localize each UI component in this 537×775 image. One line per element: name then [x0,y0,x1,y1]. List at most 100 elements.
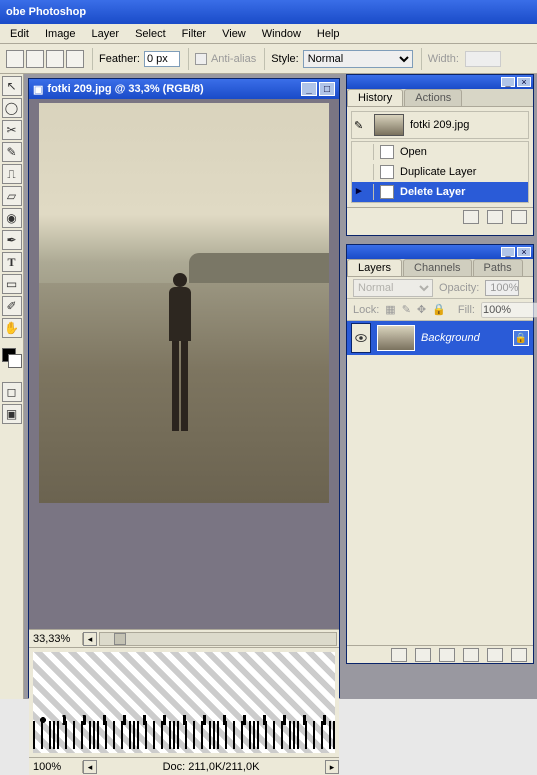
panel-minimize-icon[interactable]: _ [501,247,515,257]
tab-history[interactable]: History [347,89,403,106]
lasso-tool-icon[interactable]: ◯ [2,98,22,118]
history-row-duplicate[interactable]: Duplicate Layer [352,162,528,182]
screenmode-icon[interactable]: ▣ [2,404,22,424]
menu-bar: Edit Image Layer Select Filter View Wind… [0,24,537,44]
layer-row-background[interactable]: Background 🔒 [347,321,533,355]
lock-icon: 🔒 [513,330,529,346]
lock-paint-icon[interactable]: ✎ [402,303,411,316]
antialias-checkbox [195,53,207,65]
tab-channels[interactable]: Channels [403,259,471,276]
new-snapshot-icon[interactable] [487,210,503,224]
add-selection-icon[interactable] [26,50,44,68]
layers-panel-footer [347,645,533,663]
delete-layer-icon[interactable] [511,648,527,662]
h-scrollbar-1[interactable] [99,632,337,646]
pen-tool-icon[interactable]: ✒ [2,230,22,250]
eyedropper-tool-icon[interactable]: ✐ [2,296,22,316]
open-step-icon [380,145,394,159]
document-titlebar[interactable]: ▣ fotki 209.jpg @ 33,3% (RGB/8) _ □ [29,79,339,99]
new-layer-icon[interactable] [487,648,503,662]
tab-paths[interactable]: Paths [473,259,523,276]
photo-content [39,103,329,503]
selection-mode-icons[interactable] [6,50,84,68]
document-status-2: 100% ◂ Doc: 211,0K/211,0K ▸ [29,757,339,775]
new-folder-icon[interactable] [439,648,455,662]
document-canvas[interactable] [29,99,339,629]
intersect-selection-icon[interactable] [66,50,84,68]
brush-tool-icon[interactable]: ✎ [2,142,22,162]
quickmask-icon[interactable]: ◻ [2,382,22,402]
flyout-icon[interactable]: ▸ [325,760,339,774]
transparent-canvas[interactable] [33,652,335,753]
history-step-label: Duplicate Layer [400,166,476,178]
history-snapshot[interactable]: ✎ fotki 209.jpg [351,111,529,139]
fill-input [481,302,537,318]
layer-style-icon[interactable] [391,648,407,662]
lock-all-icon[interactable]: 🔒 [432,303,446,316]
layers-panel-titlebar[interactable]: _ × [347,245,533,259]
menu-layer[interactable]: Layer [84,26,128,42]
zoom-level-2[interactable]: 100% [29,761,83,773]
document-title: fotki 209.jpg @ 33,3% (RGB/8) [47,83,203,95]
move-tool-icon[interactable]: ↖ [2,76,22,96]
type-tool-icon[interactable]: T [2,252,22,272]
tab-layers[interactable]: Layers [347,259,402,276]
menu-filter[interactable]: Filter [174,26,214,42]
scroll-left-icon[interactable]: ◂ [83,760,97,774]
layer-thumb [377,325,415,351]
hand-tool-icon[interactable]: ✋ [2,318,22,338]
zoom-level-1[interactable]: 33,33% [29,633,83,645]
menu-help[interactable]: Help [309,26,348,42]
history-row-delete[interactable]: ▸ Delete Layer [352,182,528,202]
antialias-label: Anti-alias [211,53,256,65]
crop-tool-icon[interactable]: ✂ [2,120,22,140]
snapshot-name: fotki 209.jpg [410,119,469,131]
new-selection-icon[interactable] [6,50,24,68]
lock-transparent-icon[interactable]: ▦ [385,303,395,316]
snapshot-thumb [374,114,404,136]
sub-selection-icon[interactable] [46,50,64,68]
layer-lock-row: Lock: ▦ ✎ ✥ 🔒 Fill: [347,299,533,321]
feather-input[interactable] [144,51,180,67]
history-panel: _ × History Actions ✎ fotki 209.jpg Open… [346,74,534,236]
scroll-left-icon[interactable]: ◂ [83,632,97,646]
layer-list: Background 🔒 [347,321,533,645]
layer-mask-icon[interactable] [415,648,431,662]
menu-window[interactable]: Window [254,26,309,42]
history-step-label: Delete Layer [400,186,465,198]
adjustment-layer-icon[interactable] [463,648,479,662]
stamp-tool-icon[interactable]: ⎍ [2,164,22,184]
panel-minimize-icon[interactable]: _ [501,77,515,87]
snapshot-brush-icon[interactable]: ✎ [354,119,368,132]
panel-close-icon[interactable]: × [517,77,531,87]
tab-actions[interactable]: Actions [404,89,462,106]
width-input [465,51,501,67]
tools-palette: ↖ ◯ ✂ ✎ ⎍ ▱ ◉ ✒ T ▭ ✐ ✋ ◻ ▣ [0,74,24,699]
layer-visibility-toggle[interactable] [351,323,371,353]
trash-icon[interactable] [511,210,527,224]
document-window: ▣ fotki 209.jpg @ 33,3% (RGB/8) _ □ 33,3… [28,78,340,698]
color-swatches[interactable] [2,348,22,370]
menu-edit[interactable]: Edit [2,26,37,42]
layer-name[interactable]: Background [421,332,507,344]
lace-pattern [33,721,335,749]
eraser-tool-icon[interactable]: ▱ [2,186,22,206]
maximize-button[interactable]: □ [319,82,335,96]
shape-tool-icon[interactable]: ▭ [2,274,22,294]
pattern-strip [29,647,339,757]
blur-tool-icon[interactable]: ◉ [2,208,22,228]
duplicate-step-icon [380,165,394,179]
style-select[interactable]: Normal [303,50,413,68]
layers-panel: _ × Layers Channels Paths Normal Opacity… [346,244,534,664]
lock-move-icon[interactable]: ✥ [417,303,426,316]
minimize-button[interactable]: _ [301,82,317,96]
menu-select[interactable]: Select [127,26,174,42]
menu-image[interactable]: Image [37,26,84,42]
menu-view[interactable]: View [214,26,254,42]
opacity-label: Opacity: [439,282,479,294]
new-doc-from-state-icon[interactable] [463,210,479,224]
history-row-open[interactable]: Open [352,142,528,162]
panel-close-icon[interactable]: × [517,247,531,257]
history-panel-titlebar[interactable]: _ × [347,75,533,89]
feather-label: Feather: [99,53,140,65]
